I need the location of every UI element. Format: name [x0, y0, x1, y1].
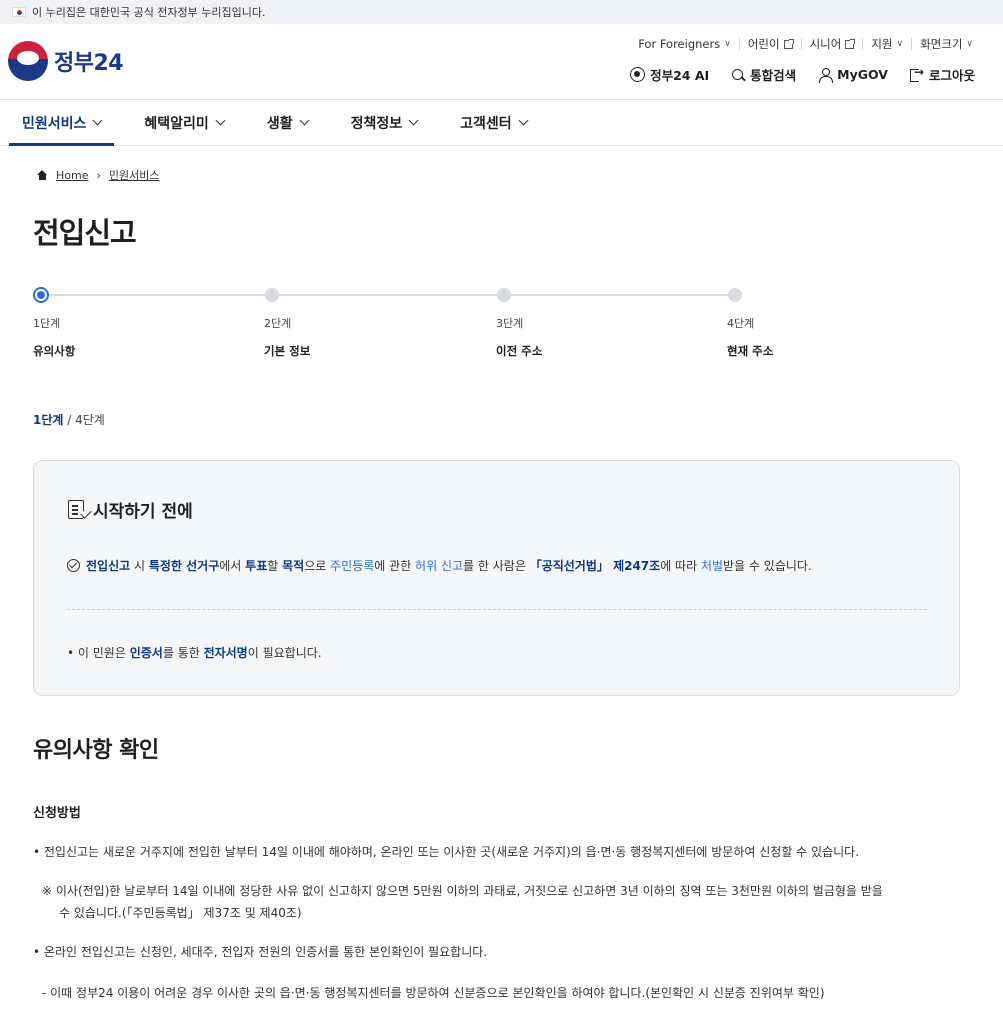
chevron-down-icon: ∨	[966, 39, 973, 49]
section-title: 유의사항 확인	[33, 738, 159, 763]
election-law-warning: 전입신고 시 특정한 선거구에서 투표할 목적으로 주민등록에 관한 허위 신고…	[67, 557, 812, 574]
support-menu[interactable]: 지원 ∨	[862, 38, 911, 50]
page-title: 전입신고	[33, 216, 137, 250]
children-link[interactable]: 어린이	[738, 38, 801, 50]
progress-total: / 4단계	[63, 413, 105, 427]
senior-link[interactable]: 시니어	[800, 38, 863, 50]
certificate-notice: • 이 민원은 인증서를 통한 전자서명이 필요합니다.	[67, 646, 322, 660]
logout-icon	[909, 65, 924, 82]
user-icon	[818, 67, 834, 83]
utility-main: 정부24 AI 통합검색 MyGOV 로그아웃	[630, 65, 975, 84]
search-button[interactable]: 통합검색	[731, 65, 796, 84]
chevron-down-icon	[518, 115, 529, 126]
header: 정부24 For Foreigners ∨ 어린이 시니어 지원 ∨ 화면크기 ∨ 정…	[0, 24, 1003, 100]
korea-flag-icon	[12, 7, 26, 17]
mygov-button[interactable]: MyGOV	[818, 65, 888, 84]
font-size-menu[interactable]: 화면크기 ∨	[911, 38, 981, 50]
ai-button[interactable]: 정부24 AI	[630, 65, 709, 84]
breadcrumb-home[interactable]: Home	[56, 169, 88, 182]
step-dot-active	[33, 287, 49, 303]
notice-title: 시작하기 전에	[93, 502, 193, 522]
checklist-icon	[68, 500, 84, 519]
step-indicator: 1단계 유의사항 2단계 기본 정보 3단계 이전 주소 4단계 현재 주소	[33, 287, 773, 367]
nav-benefits[interactable]: 혜택알리미	[131, 100, 236, 145]
penalty-note-line1: ※ 이사(전입)한 날로부터 14일 이내에 정당한 사유 없이 신고하지 않으…	[42, 884, 883, 898]
notice-box: 시작하기 전에 전입신고 시 특정한 선거구에서 투표할 목적으로 주민등록에 …	[33, 460, 960, 696]
site-logo[interactable]: 정부24	[8, 41, 124, 81]
check-circle-icon	[67, 559, 80, 572]
for-foreigners-link[interactable]: For Foreigners ∨	[630, 38, 739, 50]
step-dot	[265, 288, 279, 302]
step-progress: 1단계 / 4단계	[33, 411, 105, 428]
logo-text: 정부24	[54, 51, 124, 76]
nav-policy[interactable]: 정책정보	[338, 100, 431, 145]
step-name: 유의사항	[33, 344, 76, 358]
visit-verification-note: - 이때 정부24 이용이 어려운 경우 이사한 곳의 읍·면·동 행정복지센터…	[42, 986, 825, 1000]
taegeuk-logo-icon	[8, 41, 48, 81]
step-number: 1단계	[33, 317, 61, 330]
dashed-divider	[67, 609, 927, 610]
step-name: 이전 주소	[496, 344, 543, 358]
ai-icon	[630, 67, 646, 82]
penalty-note-line2: 수 있습니다.(「주민등록법」 제37조 및 제40조)	[59, 906, 302, 920]
utility-links: For Foreigners ∨ 어린이 시니어 지원 ∨ 화면크기 ∨	[630, 38, 981, 50]
main-nav: 민원서비스 혜택알리미 생활 정책정보 고객센터	[0, 100, 1003, 146]
breadcrumb-separator-icon: ›	[96, 168, 101, 182]
chevron-down-icon	[92, 115, 103, 126]
application-method-text: • 전입신고는 새로운 거주지에 전입한 날부터 14일 이내에 해야하며, 온…	[33, 845, 860, 859]
breadcrumb: Home › 민원서비스	[37, 167, 160, 183]
chevron-down-icon: ∨	[724, 39, 731, 49]
chevron-down-icon	[215, 115, 226, 126]
step-number: 2단계	[264, 317, 292, 330]
external-link-icon	[783, 38, 794, 49]
progress-current: 1단계	[33, 413, 64, 427]
step-line	[41, 294, 741, 296]
section-subtitle: 신청방법	[33, 806, 81, 821]
step-name: 현재 주소	[727, 344, 774, 358]
nav-customer-center[interactable]: 고객센터	[447, 100, 540, 145]
gov-banner: 이 누리집은 대한민국 공식 전자정부 누리집입니다.	[0, 0, 1003, 24]
logout-button[interactable]: 로그아웃	[909, 65, 975, 84]
online-verification-text: • 온라인 전입신고는 신청인, 세대주, 전입자 전원의 인증서를 통한 본인…	[33, 945, 488, 959]
chevron-down-icon: ∨	[896, 39, 904, 49]
step-dot	[497, 288, 511, 302]
external-link-icon	[845, 38, 856, 49]
notice-heading: 시작하기 전에	[68, 497, 193, 522]
step-dot	[728, 288, 742, 302]
nav-life[interactable]: 생활	[254, 100, 321, 145]
breadcrumb-current[interactable]: 민원서비스	[109, 167, 160, 183]
step-number: 4단계	[727, 317, 755, 330]
gov-banner-text: 이 누리집은 대한민국 공식 전자정부 누리집입니다.	[32, 6, 266, 19]
home-icon	[37, 170, 48, 180]
step-number: 3단계	[496, 317, 524, 330]
search-icon	[731, 68, 745, 82]
step-name: 기본 정보	[264, 344, 311, 358]
nav-civil-service[interactable]: 민원서비스	[9, 100, 115, 146]
chevron-down-icon	[408, 115, 419, 126]
chevron-down-icon	[299, 115, 310, 126]
